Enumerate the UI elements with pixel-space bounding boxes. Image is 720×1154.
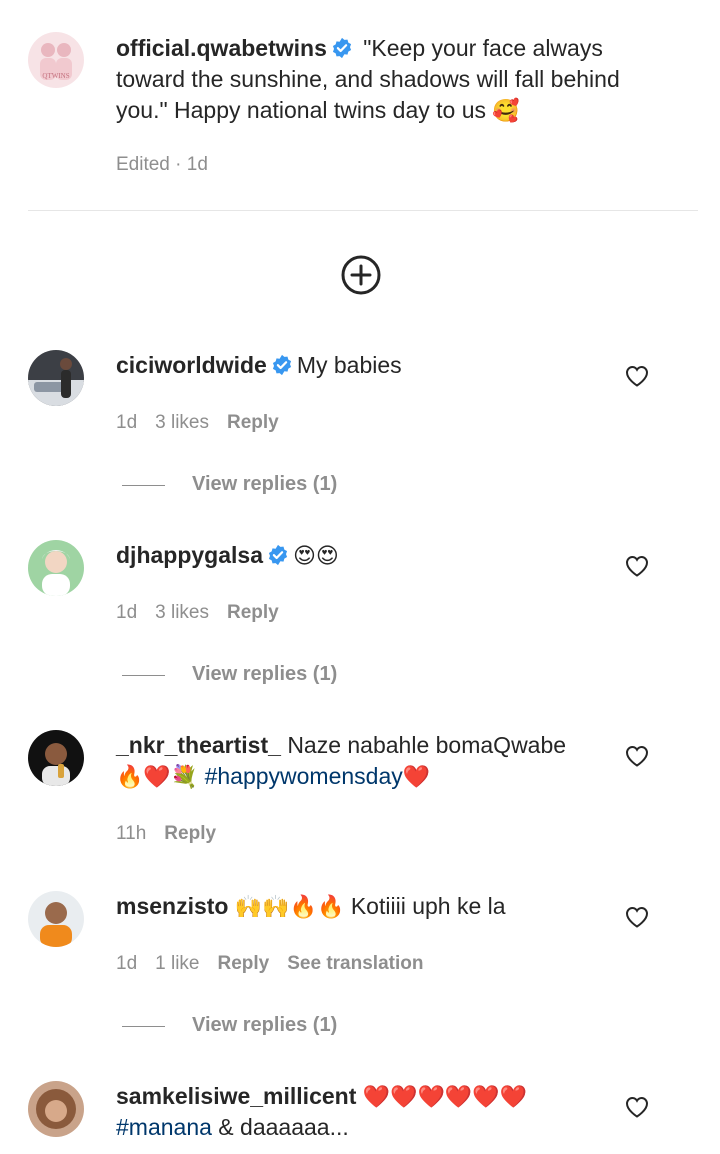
avatar[interactable] (28, 891, 84, 947)
caption-emoji: 🥰 (492, 98, 520, 123)
comment-username[interactable]: djhappygalsa (116, 542, 263, 568)
comment-text: ciciworldwide My babies (116, 350, 596, 381)
view-replies-line (122, 485, 165, 486)
comment-emoji: 😍😍 (292, 543, 339, 568)
hashtag-link[interactable]: #happywomensday (205, 763, 403, 789)
view-replies-line (122, 675, 165, 676)
view-replies-line (122, 1026, 165, 1027)
divider (28, 210, 698, 211)
avatar[interactable] (28, 540, 84, 596)
comment-username[interactable]: _nkr_theartist_ (116, 732, 281, 758)
avatar-image (28, 730, 84, 786)
comment-emojis: ❤️❤️❤️❤️❤️❤️ (362, 1084, 528, 1109)
comment-username[interactable]: msenzisto (116, 893, 228, 919)
avatar[interactable] (28, 730, 84, 786)
comment-likes[interactable]: 3 likes (155, 602, 209, 623)
plus-circle-icon[interactable] (340, 254, 382, 296)
comment-meta: 1d 1 like Reply See translation (116, 953, 441, 975)
comment-time: 1d (116, 953, 138, 974)
comment-time: 1d (116, 602, 138, 623)
comment-emojis: 🙌🙌🔥🔥 (234, 894, 345, 919)
reply-button[interactable]: Reply (218, 953, 270, 974)
comment-time: 1d (116, 412, 138, 433)
verified-badge-icon (272, 354, 291, 376)
heart-icon[interactable] (625, 555, 649, 577)
caption-text: official.qwabetwins "Keep your face alwa… (116, 33, 676, 126)
comment-meta: 1d 3 likes Reply (116, 412, 297, 434)
comment-meta: 11h Reply (116, 823, 234, 845)
comment-body: & daaaaaa... (211, 1114, 349, 1140)
comment-likes[interactable]: 1 like (155, 953, 199, 974)
comment-username[interactable]: samkelisiwe_millicent (116, 1083, 356, 1109)
reply-button[interactable]: Reply (227, 602, 279, 623)
avatar[interactable]: QTWINS (28, 32, 84, 88)
caption-username[interactable]: official.qwabetwins (116, 35, 327, 61)
view-replies-button[interactable]: View replies (1) (192, 473, 337, 496)
comment-emojis: 🔥❤️💐 (116, 764, 199, 789)
comment-time: 11h (116, 823, 147, 844)
avatar-image: QTWINS (28, 32, 84, 88)
comment-body: Naze nabahle bomaQwabe (287, 732, 567, 758)
verified-badge-icon (332, 37, 351, 59)
avatar-image (28, 540, 84, 596)
view-replies-button[interactable]: View replies (1) (192, 663, 337, 686)
comment-body: Kotiiii uph ke la (350, 893, 506, 919)
heart-icon[interactable] (625, 365, 649, 387)
comment-text: djhappygalsa 😍😍 (116, 540, 596, 571)
avatar-image (28, 350, 84, 406)
avatar-image (28, 891, 84, 947)
avatar-logo-text: QTWINS (42, 72, 69, 80)
comment-body: My babies (296, 352, 402, 378)
hashtag-link[interactable]: #manana (116, 1114, 212, 1140)
avatar[interactable] (28, 350, 84, 406)
reply-button[interactable]: Reply (164, 823, 216, 844)
reply-button[interactable]: Reply (227, 412, 279, 433)
verified-badge-icon (268, 544, 288, 566)
heart-icon[interactable] (625, 745, 649, 767)
comment-username[interactable]: ciciworldwide (116, 352, 267, 378)
see-translation-button[interactable]: See translation (287, 953, 423, 974)
heart-icon[interactable] (625, 1096, 649, 1118)
heart-icon[interactable] (625, 906, 649, 928)
comment-likes[interactable]: 3 likes (155, 412, 209, 433)
view-replies-button[interactable]: View replies (1) (192, 1014, 337, 1037)
comment-text: _nkr_theartist_ Naze nabahle bomaQwabe 🔥… (116, 730, 596, 792)
caption-meta: Edited · 1d (116, 154, 208, 175)
comment-end-emoji: ❤️ (402, 764, 431, 789)
comment-text: msenzisto 🙌🙌🔥🔥 Kotiiii uph ke la (116, 891, 596, 922)
comment-meta: 1d 3 likes Reply (116, 602, 297, 624)
avatar[interactable] (28, 1081, 84, 1137)
comment-text: samkelisiwe_millicent ❤️❤️❤️❤️❤️❤️ #mana… (116, 1081, 596, 1143)
avatar-image (28, 1081, 84, 1137)
